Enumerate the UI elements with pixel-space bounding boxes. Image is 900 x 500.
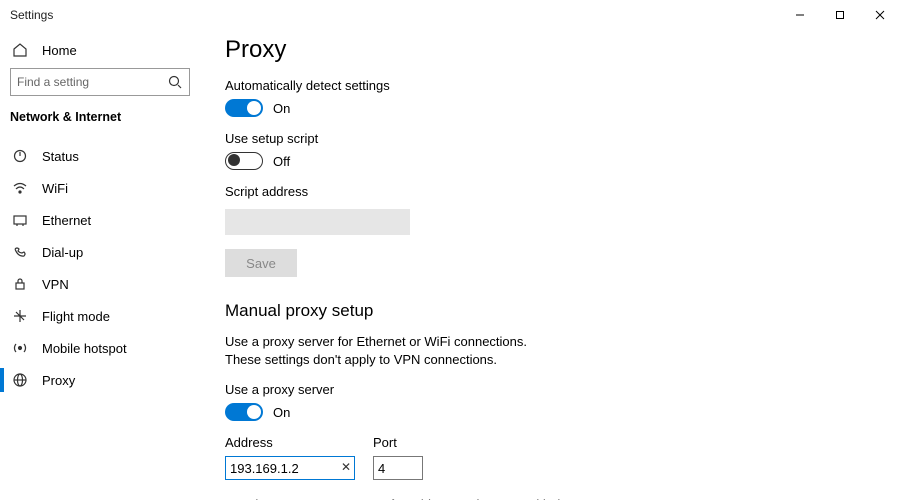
sidebar-item-hotspot[interactable]: Mobile hotspot (10, 332, 205, 364)
use-proxy-state: On (273, 405, 290, 420)
use-proxy-toggle[interactable] (225, 403, 263, 421)
setup-script-state: Off (273, 154, 290, 169)
auto-detect-state: On (273, 101, 290, 116)
use-proxy-label: Use a proxy server (225, 382, 880, 397)
minimize-button[interactable] (780, 0, 820, 30)
status-icon (12, 148, 28, 164)
wifi-icon (12, 180, 28, 196)
sidebar-item-status[interactable]: Status (10, 140, 205, 172)
sidebar-item-label: Dial-up (42, 245, 83, 260)
setup-script-toggle[interactable] (225, 152, 263, 170)
search-placeholder: Find a setting (17, 75, 89, 89)
sidebar-item-vpn[interactable]: VPN (10, 268, 205, 300)
home-label: Home (42, 43, 77, 58)
sidebar-item-label: Ethernet (42, 213, 91, 228)
page-title: Proxy (225, 36, 880, 64)
search-icon (167, 74, 183, 90)
setup-script-label: Use setup script (225, 131, 880, 146)
vpn-icon (12, 276, 28, 292)
window-controls (780, 0, 900, 30)
sidebar: Home Find a setting Network & Internet S… (0, 30, 205, 500)
address-label: Address (225, 435, 355, 450)
script-address-label: Script address (225, 184, 880, 199)
port-input[interactable] (373, 456, 423, 480)
maximize-button[interactable] (820, 0, 860, 30)
main-content: Proxy Automatically detect settings On U… (205, 30, 900, 500)
home-link[interactable]: Home (10, 38, 205, 68)
hotspot-icon (12, 340, 28, 356)
sidebar-item-label: VPN (42, 277, 69, 292)
section-heading: Network & Internet (10, 110, 205, 124)
port-label: Port (373, 435, 423, 450)
nav-list: Status WiFi Ethernet Dial-up VPN Flight … (10, 140, 205, 396)
sidebar-item-flightmode[interactable]: Flight mode (10, 300, 205, 332)
sidebar-item-label: Status (42, 149, 79, 164)
sidebar-item-label: WiFi (42, 181, 68, 196)
window-title: Settings (10, 8, 53, 22)
sidebar-item-proxy[interactable]: Proxy (10, 364, 205, 396)
manual-heading: Manual proxy setup (225, 301, 880, 321)
ethernet-icon (12, 212, 28, 228)
address-input[interactable] (225, 456, 355, 480)
script-address-input[interactable] (225, 209, 410, 235)
search-input[interactable]: Find a setting (10, 68, 190, 96)
sidebar-item-label: Proxy (42, 373, 75, 388)
auto-detect-toggle[interactable] (225, 99, 263, 117)
titlebar: Settings (0, 0, 900, 30)
exceptions-desc: Use the proxy server except for addresse… (225, 496, 605, 500)
clear-icon[interactable]: ✕ (341, 460, 351, 474)
save-button[interactable]: Save (225, 249, 297, 277)
sidebar-item-dialup[interactable]: Dial-up (10, 236, 205, 268)
airplane-icon (12, 308, 28, 324)
globe-icon (12, 372, 28, 388)
sidebar-item-label: Flight mode (42, 309, 110, 324)
sidebar-item-label: Mobile hotspot (42, 341, 127, 356)
auto-detect-label: Automatically detect settings (225, 78, 880, 93)
manual-desc: Use a proxy server for Ethernet or WiFi … (225, 333, 545, 368)
home-icon (12, 42, 28, 58)
close-button[interactable] (860, 0, 900, 30)
sidebar-item-ethernet[interactable]: Ethernet (10, 204, 205, 236)
sidebar-item-wifi[interactable]: WiFi (10, 172, 205, 204)
dialup-icon (12, 244, 28, 260)
